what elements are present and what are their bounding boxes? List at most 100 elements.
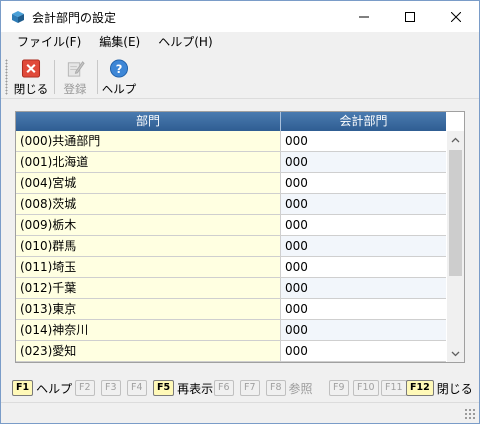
f4-key[interactable]: F4 xyxy=(127,379,147,397)
close-x-icon xyxy=(21,59,41,78)
f6-key[interactable]: F6 xyxy=(214,379,234,397)
close-button-label: 閉じる xyxy=(13,82,49,96)
window-title: 会計部門の設定 xyxy=(32,11,117,25)
scroll-up-button[interactable] xyxy=(447,131,464,148)
table-row[interactable]: (000)共通部門 000 xyxy=(16,131,446,152)
f5-label: 再表示 xyxy=(177,381,214,396)
f3-key-cap: F3 xyxy=(101,380,121,396)
column-header-department[interactable]: 部門 xyxy=(16,112,281,131)
resize-grip-icon[interactable] xyxy=(464,408,476,420)
svg-text:?: ? xyxy=(116,62,123,76)
app-icon xyxy=(12,11,24,23)
f4-key-cap: F4 xyxy=(127,380,147,396)
table-row[interactable]: (012)千葉 000 xyxy=(16,278,446,299)
department-cell[interactable]: (001)北海道 xyxy=(16,152,281,172)
toolbar: 閉じる 登録 ? ヘルプ xyxy=(1,54,479,99)
department-grid[interactable]: 部門 会計部門 (000)共通部門 000 (001)北海道 000 (004)宮城… xyxy=(15,111,465,363)
accounting-code-cell[interactable]: 000 xyxy=(281,341,446,361)
column-header-accounting-department[interactable]: 会計部門 xyxy=(281,112,446,131)
f10-key[interactable]: F10 xyxy=(353,379,379,397)
scroll-down-button[interactable] xyxy=(447,345,464,362)
chevron-down-icon xyxy=(451,351,460,356)
f8-key-cap: F8 xyxy=(266,380,286,396)
status-bar xyxy=(1,402,479,423)
accounting-code-cell[interactable]: 000 xyxy=(281,131,446,151)
f5-refresh-key[interactable]: F5 再表示 xyxy=(153,379,213,397)
f9-key-cap: F9 xyxy=(329,380,349,396)
accounting-code-cell[interactable]: 000 xyxy=(281,299,446,319)
title-bar[interactable]: 会計部門の設定 xyxy=(1,1,479,32)
f3-key[interactable]: F3 xyxy=(101,379,121,397)
menu-edit[interactable]: 編集(E) xyxy=(93,32,152,53)
f10-key-cap: F10 xyxy=(353,380,379,396)
table-row[interactable]: (001)北海道 000 xyxy=(16,152,446,173)
grid-header: 部門 会計部門 xyxy=(16,112,446,131)
maximize-button[interactable] xyxy=(387,1,433,32)
register-edit-icon xyxy=(67,61,85,77)
accounting-code-cell[interactable]: 000 xyxy=(281,173,446,193)
maximize-icon xyxy=(405,11,415,22)
chevron-up-icon xyxy=(451,137,460,142)
accounting-code-cell[interactable]: 000 xyxy=(281,152,446,172)
department-cell[interactable]: (011)埼玉 xyxy=(16,257,281,277)
f12-key-cap: F12 xyxy=(406,380,434,396)
department-cell[interactable]: (023)愛知 xyxy=(16,341,281,361)
accounting-code-cell[interactable]: 000 xyxy=(281,278,446,298)
accounting-code-cell[interactable]: 000 xyxy=(281,194,446,214)
table-row[interactable]: (009)栃木 000 xyxy=(16,215,446,236)
accounting-code-cell[interactable]: 000 xyxy=(281,236,446,256)
toolbar-grip[interactable] xyxy=(5,59,8,95)
f5-key-cap: F5 xyxy=(153,380,175,396)
f1-key-cap: F1 xyxy=(12,380,34,396)
f12-close-key[interactable]: F12 閉じる xyxy=(406,379,473,397)
f7-key[interactable]: F7 xyxy=(240,379,260,397)
table-row[interactable]: (008)茨城 000 xyxy=(16,194,446,215)
help-button-label: ヘルプ xyxy=(101,82,137,96)
toolbar-separator xyxy=(97,60,98,94)
close-button[interactable]: 閉じる xyxy=(13,57,49,97)
table-row[interactable]: (014)神奈川 000 xyxy=(16,320,446,341)
f12-label: 閉じる xyxy=(436,381,473,396)
close-window-button[interactable] xyxy=(433,1,479,32)
department-cell[interactable]: (010)群馬 xyxy=(16,236,281,256)
table-row[interactable]: (023)愛知 000 xyxy=(16,341,446,362)
function-key-bar: F1 ヘルプ F2 F3 F4 F5 再表示 F6 F7 F8 参照 F9 F1… xyxy=(1,377,479,399)
minimize-button[interactable] xyxy=(341,1,387,32)
f2-key-cap: F2 xyxy=(75,380,95,396)
f11-key[interactable]: F11 xyxy=(381,379,407,397)
department-cell[interactable]: (014)神奈川 xyxy=(16,320,281,340)
f1-help-key[interactable]: F1 ヘルプ xyxy=(12,379,72,397)
table-row[interactable]: (004)宮城 000 xyxy=(16,173,446,194)
accounting-code-cell[interactable]: 000 xyxy=(281,215,446,235)
department-cell[interactable]: (008)茨城 xyxy=(16,194,281,214)
app-window: 会計部門の設定 ファイル(F) 編集(E) ヘルプ(H) 閉じる 登録 ? ヘル… xyxy=(0,0,480,424)
accounting-code-cell[interactable]: 000 xyxy=(281,320,446,340)
department-cell[interactable]: (000)共通部門 xyxy=(16,131,281,151)
register-button-label: 登録 xyxy=(63,82,87,96)
vertical-scrollbar[interactable] xyxy=(447,131,464,362)
menu-file[interactable]: ファイル(F) xyxy=(1,32,93,53)
table-row[interactable]: (010)群馬 000 xyxy=(16,236,446,257)
grid-body: (000)共通部門 000 (001)北海道 000 (004)宮城 000 (008… xyxy=(16,131,446,362)
f6-key-cap: F6 xyxy=(214,380,234,396)
f8-label: 参照 xyxy=(288,381,313,396)
scroll-thumb[interactable] xyxy=(449,150,462,276)
toolbar-separator xyxy=(54,60,55,94)
department-cell[interactable]: (013)東京 xyxy=(16,299,281,319)
department-cell[interactable]: (004)宮城 xyxy=(16,173,281,193)
f2-key[interactable]: F2 xyxy=(75,379,95,397)
f7-key-cap: F7 xyxy=(240,380,260,396)
menu-bar: ファイル(F) 編集(E) ヘルプ(H) xyxy=(1,32,479,53)
department-cell[interactable]: (012)千葉 xyxy=(16,278,281,298)
f9-key[interactable]: F9 xyxy=(329,379,349,397)
help-button[interactable]: ? ヘルプ xyxy=(101,57,137,97)
department-cell[interactable]: (009)栃木 xyxy=(16,215,281,235)
f11-key-cap: F11 xyxy=(381,380,407,396)
close-icon xyxy=(451,11,461,22)
table-row[interactable]: (013)東京 000 xyxy=(16,299,446,320)
register-button[interactable]: 登録 xyxy=(59,57,91,97)
menu-help[interactable]: ヘルプ(H) xyxy=(152,32,218,53)
accounting-code-cell[interactable]: 000 xyxy=(281,257,446,277)
table-row[interactable]: (011)埼玉 000 xyxy=(16,257,446,278)
f8-reference-key[interactable]: F8 参照 xyxy=(266,379,313,397)
